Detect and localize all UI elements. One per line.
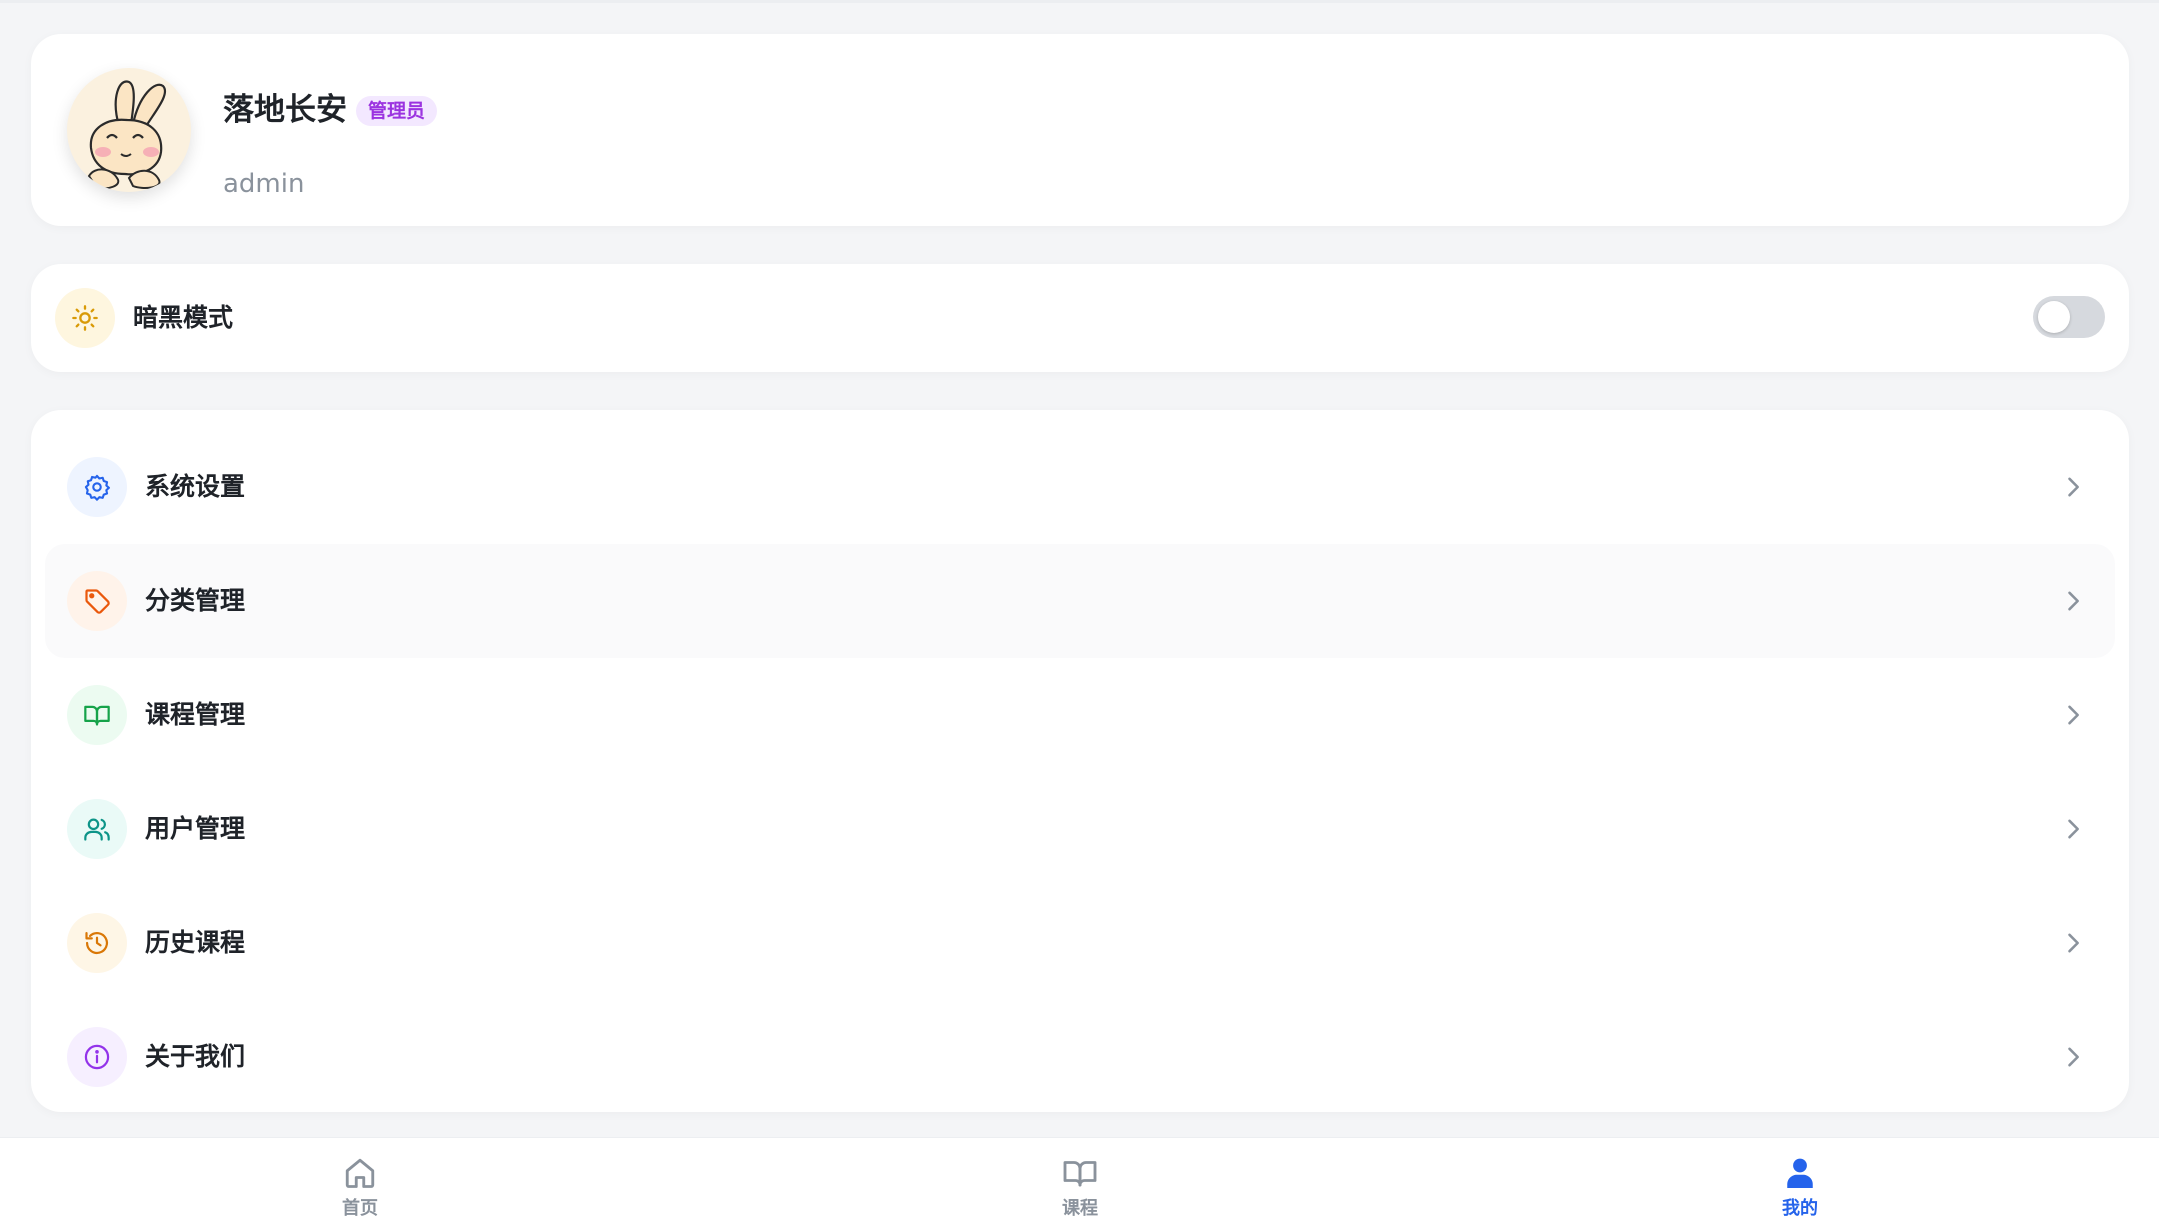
chevron-right-icon (2068, 705, 2079, 725)
role-badge: 管理员 (356, 96, 438, 126)
menu-item-about-us[interactable]: 关于我们 (45, 1000, 2115, 1114)
nav-label: 我的 (1782, 1198, 1818, 1219)
avatar[interactable] (67, 68, 191, 192)
chevron-right-icon (2068, 591, 2079, 611)
chevron-right-icon (2068, 1047, 2079, 1067)
menu-item-category-management[interactable]: 分类管理 (45, 544, 2115, 658)
dark-mode-toggle[interactable] (2033, 296, 2105, 338)
top-divider (0, 0, 2159, 3)
book-open-icon (1063, 1161, 1097, 1187)
toggle-knob (2038, 301, 2070, 333)
nav-item-courses[interactable]: 课程 (1020, 1138, 1140, 1232)
dark-mode-label: 暗黑模式 (133, 303, 234, 332)
menu-item-label: 课程管理 (145, 700, 246, 729)
menu-item-system-settings[interactable]: 系统设置 (45, 430, 2115, 544)
profile-card: 落地长安 管理员 admin (31, 34, 2129, 226)
menu-item-label: 历史课程 (145, 928, 246, 957)
menu-item-label: 关于我们 (145, 1042, 246, 1071)
info-icon (67, 1027, 127, 1087)
book-open-icon (67, 685, 127, 745)
menu-item-history-courses[interactable]: 历史课程 (45, 886, 2115, 1000)
menu-item-course-management[interactable]: 课程管理 (45, 658, 2115, 772)
chevron-right-icon (2068, 933, 2079, 953)
nav-item-mine[interactable]: 我的 (1740, 1138, 1860, 1232)
account-id: admin (223, 169, 305, 199)
menu-item-user-management[interactable]: 用户管理 (45, 772, 2115, 886)
chevron-right-icon (2068, 477, 2079, 497)
menu-card: 系统设置 分类管理 课程管理 用户管理 历史课程 关于我们 (31, 410, 2129, 1112)
bunny-avatar-icon (87, 80, 166, 190)
bottom-nav: 首页 课程 我的 (0, 1137, 2159, 1232)
sun-icon (55, 288, 115, 348)
nav-label: 首页 (342, 1198, 378, 1219)
dark-mode-card: 暗黑模式 (31, 264, 2129, 372)
user-icon (1787, 1158, 1813, 1188)
nav-item-home[interactable]: 首页 (300, 1138, 420, 1232)
chevron-right-icon (2068, 819, 2079, 839)
home-icon (345, 1158, 375, 1188)
user-name: 落地长安 (223, 92, 347, 128)
history-icon (67, 913, 127, 973)
menu-item-label: 用户管理 (145, 814, 246, 843)
menu-item-label: 系统设置 (145, 472, 246, 501)
tag-icon (67, 571, 127, 631)
menu-item-label: 分类管理 (145, 586, 246, 615)
nav-label: 课程 (1062, 1198, 1098, 1219)
gear-icon (67, 457, 127, 517)
users-icon (67, 799, 127, 859)
